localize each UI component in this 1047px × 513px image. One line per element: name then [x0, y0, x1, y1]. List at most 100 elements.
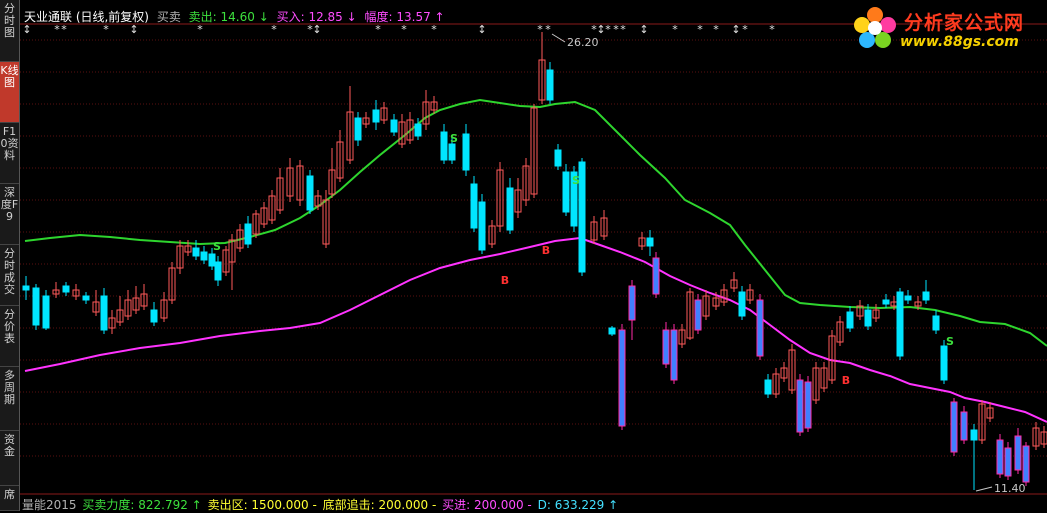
candle-body-70 [618, 329, 626, 427]
candle-body-3 [42, 295, 50, 329]
signal-star-27: * [769, 23, 775, 36]
sidebar-tab-6[interactable]: 分价表 [0, 306, 19, 367]
sidebar-tab-5[interactable]: 分时成交 [0, 245, 19, 306]
chart-footer: 量能2015 买卖力度: 822.792 ↑ 卖出区: 1500.000 - 底… [22, 496, 620, 513]
sell-marker-4: S [946, 335, 954, 348]
candle-body-63 [554, 149, 562, 167]
candle-body-69 [608, 327, 616, 335]
signal-star-24: * [713, 23, 719, 36]
candle-body-64 [562, 171, 570, 213]
low-price-label: 11.40 [994, 482, 1026, 495]
candle-body-97 [846, 311, 854, 329]
candle-body-7 [82, 295, 90, 301]
candle-body-114 [996, 439, 1004, 475]
candle-body-75 [662, 329, 670, 365]
candle-body-9 [100, 295, 108, 331]
sell-marker-3: S [572, 174, 580, 187]
candle-body-108 [940, 345, 948, 381]
high-price-label: 26.20 [567, 36, 599, 49]
sidebar-tab-9[interactable]: 席 [0, 486, 19, 511]
buy-marker-2: B [542, 244, 550, 257]
signal-star-23: * [697, 23, 703, 36]
candle-body-57 [506, 187, 514, 231]
candle-body-34 [306, 175, 314, 211]
candle-body-84 [738, 291, 746, 317]
candle-body-103 [896, 291, 904, 357]
candle-body-40 [354, 117, 362, 141]
sell-zone-readout: 卖出区: 1500.000 - [207, 498, 317, 512]
logo-url: www.88gs.com [900, 34, 1019, 50]
bottom-readout: 底部追击: 200.000 - [322, 498, 437, 512]
candle-body-71 [628, 285, 636, 321]
candle-body-74 [652, 257, 660, 295]
candle-body-111 [970, 429, 978, 441]
candle-body-47 [414, 123, 422, 137]
sell-readout: 卖出: 14.60 ↓ [188, 10, 269, 24]
candle-body-92 [804, 381, 812, 429]
signal-star-22: * [672, 23, 678, 36]
sell-marker-1: S [213, 240, 221, 253]
candle-body-104 [904, 295, 912, 301]
amplitude-readout: 幅度: 13.57 ↑ [364, 10, 445, 24]
candle-body-115 [1004, 447, 1012, 477]
candle-body-23 [214, 261, 222, 281]
high-price-pointer [551, 33, 566, 43]
signal-star-18: * [605, 23, 611, 36]
candle-body-42 [372, 109, 380, 123]
buy-readout: 买入: 12.85 ↓ [276, 10, 357, 24]
volume-indicator-name[interactable]: 量能2015 [22, 498, 77, 512]
signal-star-13: ↕ [477, 23, 486, 36]
candle-body-44 [390, 119, 398, 133]
low-price-pointer [975, 486, 993, 492]
force-readout: 买卖力度: 822.792 ↑ [82, 498, 202, 512]
signal-star-15: * [545, 23, 551, 36]
flower-logo-icon [854, 7, 896, 48]
candle-body-117 [1022, 445, 1030, 483]
sidebar-tab-3[interactable]: F10资料 [0, 123, 19, 184]
candle-body-2 [32, 287, 40, 326]
candle-body-86 [756, 299, 764, 357]
buy-marker-1: B [501, 274, 509, 287]
candle-body-21 [200, 251, 208, 261]
candle-body-107 [932, 315, 940, 331]
signal-star-14: * [537, 23, 543, 36]
buy-in-readout: 买进: 200.000 - [442, 498, 532, 512]
candle-body-20 [192, 247, 200, 257]
indicator-name[interactable]: 买卖 [157, 10, 181, 24]
buy-marker-3: B [842, 374, 850, 387]
candle-body-62 [546, 69, 554, 101]
logo-title: 分析家公式网 [904, 12, 1025, 34]
candle-body-91 [796, 379, 804, 433]
candle-body-53 [470, 183, 478, 229]
lower-band-line [24, 236, 1047, 423]
sell-marker-2: S [450, 132, 458, 145]
candle-body-79 [694, 299, 702, 331]
signal-star-26: * [742, 23, 748, 36]
signal-star-20: * [620, 23, 626, 36]
candle-body-51 [448, 143, 456, 161]
candle-body-54 [478, 201, 486, 251]
sidebar-tab-1[interactable]: 分时图 [0, 0, 19, 62]
sidebar-tab-2[interactable]: K线图 [0, 62, 19, 123]
candle-body-109 [950, 401, 958, 453]
chart-header: 天业通联 (日线,前复权) 买卖 卖出: 14.60 ↓ 买入: 12.85 ↓… [24, 8, 449, 25]
signal-star-19: * [613, 23, 619, 36]
candle-body-1 [22, 285, 30, 291]
candle-body-110 [960, 411, 968, 441]
kline-chart[interactable]: ↕ * * * ↕ * * * ↕ * * * ↕ * * * ↕ * * * ↕ * * * ↕ * *SSSSBBB26.201… [20, 0, 1047, 495]
site-logo[interactable]: 分析家公式网 www.88gs.com [850, 2, 1044, 54]
sidebar-tab-8[interactable]: 资金 [0, 431, 19, 486]
signal-star-17: ↕ [596, 23, 605, 36]
candle-body-99 [864, 309, 872, 327]
candle-body-76 [670, 329, 678, 381]
sidebar-tab-4[interactable]: 深度F9 [0, 184, 19, 245]
candle-body-106 [922, 291, 930, 301]
candle-body-116 [1014, 435, 1022, 471]
stock-title: 天业通联 (日线,前复权) [24, 10, 149, 24]
sidebar: 分时图 K线图 F10资料 深度F9 分时成交 分价表 多周期 资金席 [0, 0, 20, 511]
candle-body-52 [462, 133, 470, 171]
signal-star-21: ↕ [639, 23, 648, 36]
candle-body-101 [882, 299, 890, 305]
candle-body-15 [150, 309, 158, 323]
sidebar-tab-7[interactable]: 多周期 [0, 367, 19, 431]
